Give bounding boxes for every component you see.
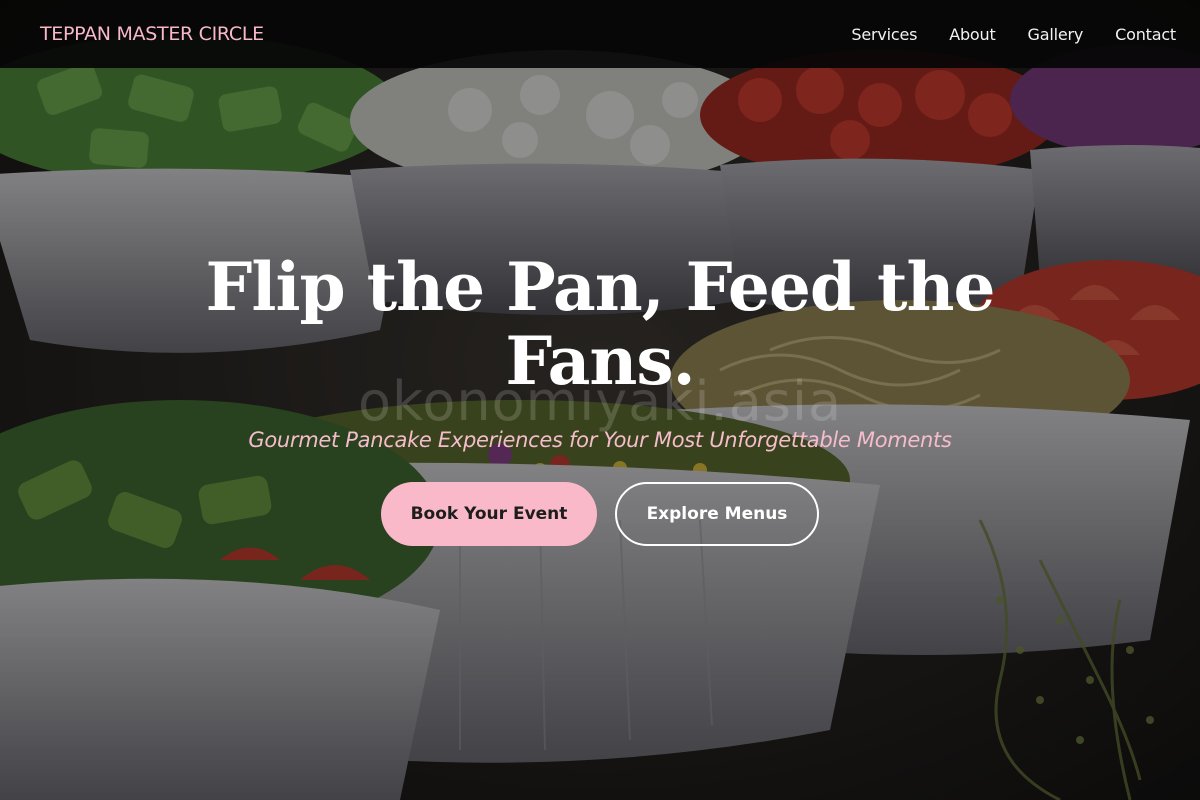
cta-button-group: Book Your Event Explore Menus (0, 482, 1200, 546)
top-navbar: TEPPAN MASTER CIRCLE Services About Gall… (0, 0, 1200, 68)
nav-link-gallery[interactable]: Gallery (1028, 25, 1084, 44)
main-nav: Services About Gallery Contact (819, 25, 1176, 44)
explore-menus-button[interactable]: Explore Menus (615, 482, 819, 546)
hero-subtitle: Gourmet Pancake Experiences for Your Mos… (248, 428, 952, 452)
hero-title: Flip the Pan, Feed the Fans. (205, 248, 996, 400)
nav-link-services[interactable]: Services (851, 25, 917, 44)
nav-link-about[interactable]: About (949, 25, 996, 44)
brand-logo-link[interactable]: TEPPAN MASTER CIRCLE (40, 23, 264, 45)
hero-section: Flip the Pan, Feed the Fans. Gourmet Pan… (0, 250, 1200, 546)
book-event-button[interactable]: Book Your Event (381, 482, 597, 546)
nav-link-contact[interactable]: Contact (1115, 25, 1176, 44)
